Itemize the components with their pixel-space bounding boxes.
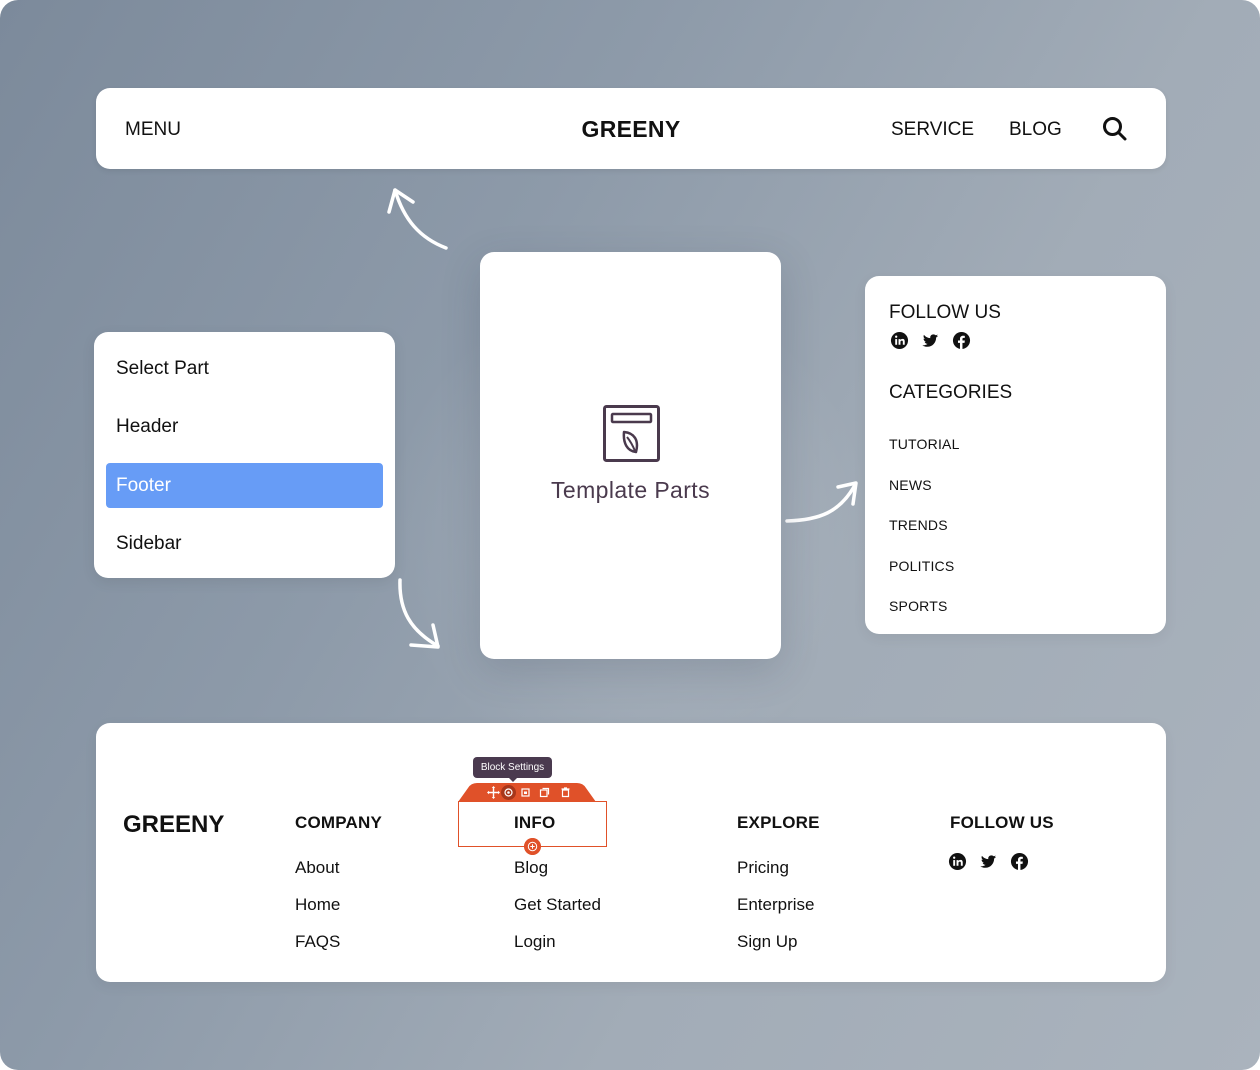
category-news[interactable]: NEWS — [889, 477, 932, 493]
linkedin-icon[interactable] — [890, 331, 909, 350]
category-politics[interactable]: POLITICS — [889, 558, 954, 574]
category-trends[interactable]: TRENDS — [889, 517, 948, 533]
footer-preview: GREENY COMPANY About Home FAQS Block Set… — [96, 723, 1166, 982]
select-part-dropdown: Select Part Header Footer Sidebar — [94, 332, 395, 578]
template-part-icon — [603, 405, 660, 462]
facebook-icon[interactable] — [1010, 852, 1029, 871]
template-parts-label: Template Parts — [551, 477, 710, 503]
footer-link-blog[interactable]: Blog — [514, 858, 548, 878]
footer-heading-company: COMPANY — [295, 813, 383, 832]
header-logo: GREENY — [581, 116, 681, 142]
block-settings-tooltip: Block Settings — [473, 757, 552, 782]
footer-link-faqs[interactable]: FAQS — [295, 932, 340, 952]
twitter-icon[interactable] — [979, 852, 998, 871]
linkedin-icon[interactable] — [948, 852, 967, 871]
nav-blog[interactable]: BLOG — [1009, 119, 1062, 141]
footer-heading-info: INFO — [514, 813, 556, 832]
category-tutorial[interactable]: TUTORIAL — [889, 436, 960, 452]
settings-icon[interactable] — [501, 785, 516, 800]
canvas-background: MENU GREENY SERVICE BLOG Select Part Hea… — [0, 0, 1260, 1070]
sidebar-follow-heading: FOLLOW US — [889, 302, 1001, 323]
footer-social-icons — [948, 852, 1029, 871]
arrow-to-template — [398, 578, 440, 649]
sidebar-preview: FOLLOW US CATEGORIES TUTORIAL NEWS TREND… — [865, 276, 1166, 634]
template-parts-card[interactable]: Template Parts — [480, 252, 781, 659]
facebook-icon[interactable] — [952, 331, 971, 350]
nav-service[interactable]: SERVICE — [891, 119, 974, 141]
sidebar-social-icons — [890, 331, 971, 350]
arrow-to-header — [387, 188, 448, 250]
footer-link-get-started[interactable]: Get Started — [514, 895, 601, 915]
option-select-part[interactable]: Select Part — [106, 346, 383, 391]
footer-link-login[interactable]: Login — [514, 932, 556, 952]
save-icon[interactable] — [518, 785, 533, 800]
footer-link-enterprise[interactable]: Enterprise — [737, 895, 814, 915]
add-block-icon[interactable] — [524, 838, 541, 855]
arrow-to-sidebar — [785, 481, 858, 523]
footer-link-pricing[interactable]: Pricing — [737, 858, 789, 878]
footer-link-about[interactable]: About — [295, 858, 339, 878]
categories-heading: CATEGORIES — [889, 382, 1013, 403]
footer-link-sign-up[interactable]: Sign Up — [737, 932, 797, 952]
duplicate-icon[interactable] — [537, 785, 552, 800]
footer-heading-explore: EXPLORE — [737, 813, 820, 832]
footer-link-home[interactable]: Home — [295, 895, 340, 915]
category-sports[interactable]: SPORTS — [889, 598, 948, 614]
footer-logo: GREENY — [123, 811, 225, 838]
option-footer[interactable]: Footer — [106, 463, 383, 508]
block-toolbar — [458, 783, 596, 802]
header-preview: MENU GREENY SERVICE BLOG — [96, 88, 1166, 169]
option-sidebar[interactable]: Sidebar — [106, 521, 383, 566]
option-header[interactable]: Header — [106, 404, 383, 449]
footer-heading-follow: FOLLOW US — [950, 813, 1054, 832]
search-icon[interactable] — [1100, 114, 1130, 144]
move-icon[interactable] — [486, 785, 501, 800]
twitter-icon[interactable] — [921, 331, 940, 350]
delete-icon[interactable] — [558, 785, 573, 800]
